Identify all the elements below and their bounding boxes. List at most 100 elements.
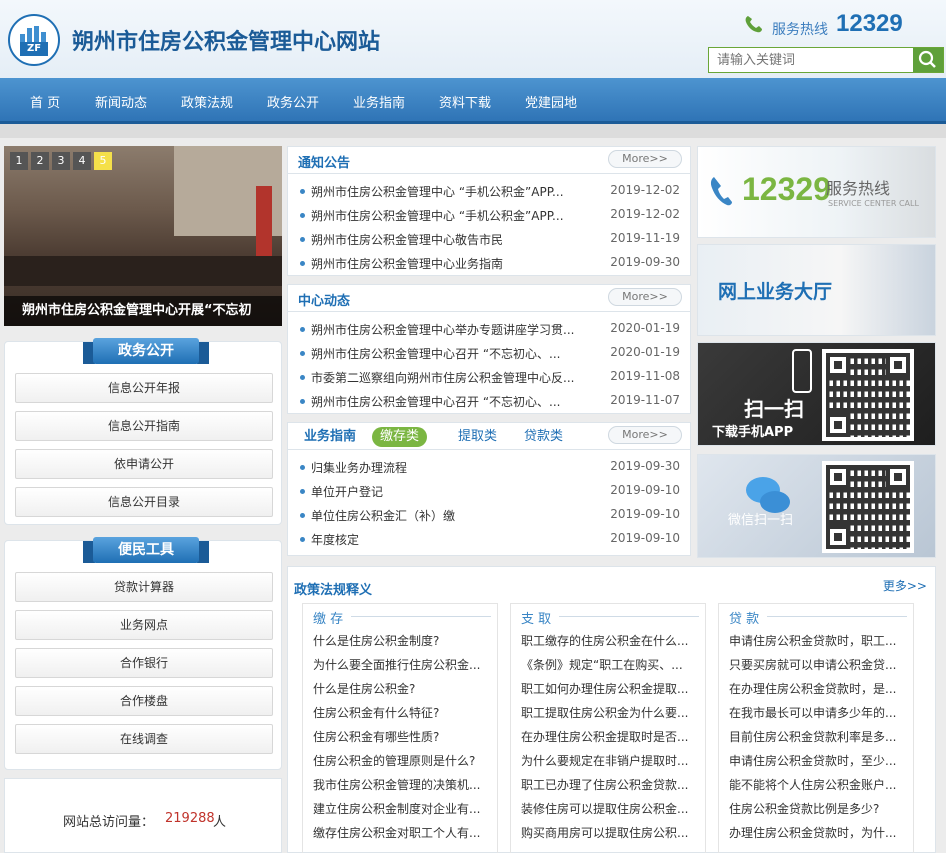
online-hall-banner[interactable]: 网上业务大厅 [697,244,936,336]
policy-question[interactable]: 住房公积金有哪些性质? [313,728,491,745]
tool-online-survey[interactable]: 在线调查 [15,724,273,754]
policy-question[interactable]: 购买商用房可以提取住房公积... [521,824,699,841]
wechat-banner[interactable]: 微信扫一扫 [697,454,936,558]
notice-item[interactable]: 朔州市住房公积金管理中心 “手机公积金”APP... 2019-12-02 [300,181,686,201]
visit-counter: 网站总访问量： 219288 人 [4,778,282,853]
site-title: 朔州市住房公积金管理中心网站 [72,30,381,55]
policy-question[interactable]: 只要买房就可以申请公积金贷... [729,656,907,673]
policy-question[interactable]: 申请住房公积金贷款时，至少... [729,752,907,769]
nav-home[interactable]: 首 页 [30,92,60,111]
slider-page-1[interactable]: 1 [10,152,28,170]
policy-question[interactable]: 建立住房公积金制度对企业有... [313,800,491,817]
policy-question[interactable]: 目前住房公积金贷款利率是多... [729,728,907,745]
wechat-label: 微信扫一扫 [728,513,794,528]
notice-item[interactable]: 朔州市住房公积金管理中心敬告市民 2019-11-19 [300,229,686,249]
policy-question[interactable]: 在办理住房公积金提取时是否... [521,728,699,745]
policy-column-loan: 贷 款 申请住房公积金贷款时，职工... 只要买房就可以申请公积金贷... 在办… [718,603,914,853]
bullet-icon [300,237,305,242]
policy-question[interactable]: 住房公积金的管理原则是什么? [313,752,491,769]
nav-guide[interactable]: 业务指南 [353,92,405,111]
news-item[interactable]: 朔州市住房公积金管理中心召开 “不忘初心、... 2020-01-19 [300,343,686,363]
nav-party[interactable]: 党建园地 [525,92,577,111]
guide-more-button[interactable]: More>> [608,426,682,444]
policy-column-head: 支 取 [521,612,552,627]
policy-more-link[interactable]: 更多>> [883,577,927,594]
news-item[interactable]: 朔州市住房公积金管理中心举办专题讲座学习贯... 2020-01-19 [300,319,686,339]
search-input[interactable] [709,48,911,72]
gov-open-on-request[interactable]: 依申请公开 [15,449,273,479]
policy-question[interactable]: 申请住房公积金贷款时，职工... [729,632,907,649]
policy-question[interactable]: 装修住房可以提取住房公积金... [521,800,699,817]
policy-question[interactable]: 缴存住房公积金对职工个人有... [313,824,491,841]
search-button[interactable] [913,48,943,72]
policy-question[interactable]: 我市住房公积金管理的决策机... [313,776,491,793]
tab-deposit[interactable]: 缴存类 [372,427,428,447]
nav-downloads[interactable]: 资料下载 [439,92,491,111]
slider-page-3[interactable]: 3 [52,152,70,170]
policy-question[interactable]: 为什么要规定在非销户提取时... [521,752,699,769]
hotline-banner[interactable]: 12329 服务热线 SERVICE CENTER CALL [697,146,936,238]
search-icon [918,50,936,68]
policy-question[interactable]: 能不能将个人住房公积金账户... [729,776,907,793]
search-box [708,47,944,73]
policy-question[interactable]: 什么是住房公积金制度? [313,632,491,649]
site-logo[interactable]: ZF [8,14,60,66]
notice-item[interactable]: 朔州市住房公积金管理中心业务指南 2019-09-30 [300,253,686,273]
nav-policy[interactable]: 政策法规 [181,92,233,111]
slider-pager: 1 2 3 4 5 [10,152,115,170]
hotline-number: 12329 [836,10,903,37]
policy-question[interactable]: 在办理住房公积金贷款时，是... [729,680,907,697]
policy-question[interactable]: 为什么要全面推行住房公积金... [313,656,491,673]
policy-question[interactable]: 住房公积金有什么特征? [313,704,491,721]
tool-partner-banks[interactable]: 合作银行 [15,648,273,678]
news-item[interactable]: 朔州市住房公积金管理中心召开 “不忘初心、... 2019-11-07 [300,391,686,411]
app-download-banner[interactable]: 扫一扫 下载手机APP [697,342,936,446]
site-header: ZF 朔州市住房公积金管理中心网站 服务热线 12329 [0,0,946,78]
policy-question[interactable]: 办理住房公积金贷款时，为什... [729,824,907,841]
gov-open-guide[interactable]: 信息公开指南 [15,411,273,441]
guide-item[interactable]: 归集业务办理流程 2019-09-30 [300,457,686,477]
notices-title[interactable]: 通知公告 [298,152,350,171]
slider-caption[interactable]: 朔州市住房公积金管理中心开展“不忘初 [4,296,282,326]
tool-loan-calculator[interactable]: 贷款计算器 [15,572,273,602]
policy-title[interactable]: 政策法规释义 [294,579,372,598]
main-nav: 首 页 新闻动态 政策法规 政务公开 业务指南 资料下载 党建园地 [0,78,946,124]
news-title[interactable]: 中心动态 [298,290,350,309]
tool-branches[interactable]: 业务网点 [15,610,273,640]
news-more-button[interactable]: More>> [608,288,682,306]
gov-open-ribbon: 政务公开 [83,338,209,368]
policy-question[interactable]: 职工已办理了住房公积金贷款... [521,776,699,793]
nav-news[interactable]: 新闻动态 [95,92,147,111]
guide-item[interactable]: 单位住房公积金汇（补）缴 2019-09-10 [300,505,686,525]
policy-question[interactable]: 职工提取住房公积金为什么要... [521,704,699,721]
notices-panel: 通知公告 More>> 朔州市住房公积金管理中心 “手机公积金”APP... 20… [287,146,691,276]
gov-open-annual-report[interactable]: 信息公开年报 [15,373,273,403]
slider-page-4[interactable]: 4 [73,152,91,170]
bullet-icon [300,513,305,518]
tab-loan[interactable]: 贷款类 [524,427,563,447]
tab-guide[interactable]: 业务指南 [304,427,356,447]
policy-question[interactable]: 什么是住房公积金? [313,680,491,697]
policy-question[interactable]: 职工缴存的住房公积金在什么... [521,632,699,649]
slider-page-5[interactable]: 5 [94,152,112,170]
tools-title: 便民工具 [93,537,199,563]
notice-item[interactable]: 朔州市住房公积金管理中心 “手机公积金”APP... 2019-12-02 [300,205,686,225]
policy-question[interactable]: 《条例》规定“职工在购买、... [521,656,699,673]
tool-partner-projects[interactable]: 合作楼盘 [15,686,273,716]
policy-question[interactable]: 职工如何办理住房公积金提取... [521,680,699,697]
policy-question[interactable]: 在我市最长可以申请多少年的... [729,704,907,721]
slider-page-2[interactable]: 2 [31,152,49,170]
news-slider[interactable]: 1 2 3 4 5 朔州市住房公积金管理中心开展“不忘初 [4,146,282,326]
news-item[interactable]: 市委第二巡察组向朔州市住房公积金管理中心反... 2019-11-08 [300,367,686,387]
gov-open-catalog[interactable]: 信息公开目录 [15,487,273,517]
guide-item[interactable]: 年度核定 2019-09-10 [300,529,686,549]
mobile-phone-icon [792,349,812,393]
notices-more-button[interactable]: More>> [608,150,682,168]
tab-withdraw[interactable]: 提取类 [458,427,497,447]
guide-item[interactable]: 单位开户登记 2019-09-10 [300,481,686,501]
policy-panel: 政策法规释义 更多>> 缴 存 什么是住房公积金制度? 为什么要全面推行住房公积… [287,566,936,853]
policy-column-head: 贷 款 [729,612,760,627]
policy-question[interactable]: 住房公积金贷款比例是多少? [729,800,907,817]
bullet-icon [300,327,305,332]
nav-gov-open[interactable]: 政务公开 [267,92,319,111]
